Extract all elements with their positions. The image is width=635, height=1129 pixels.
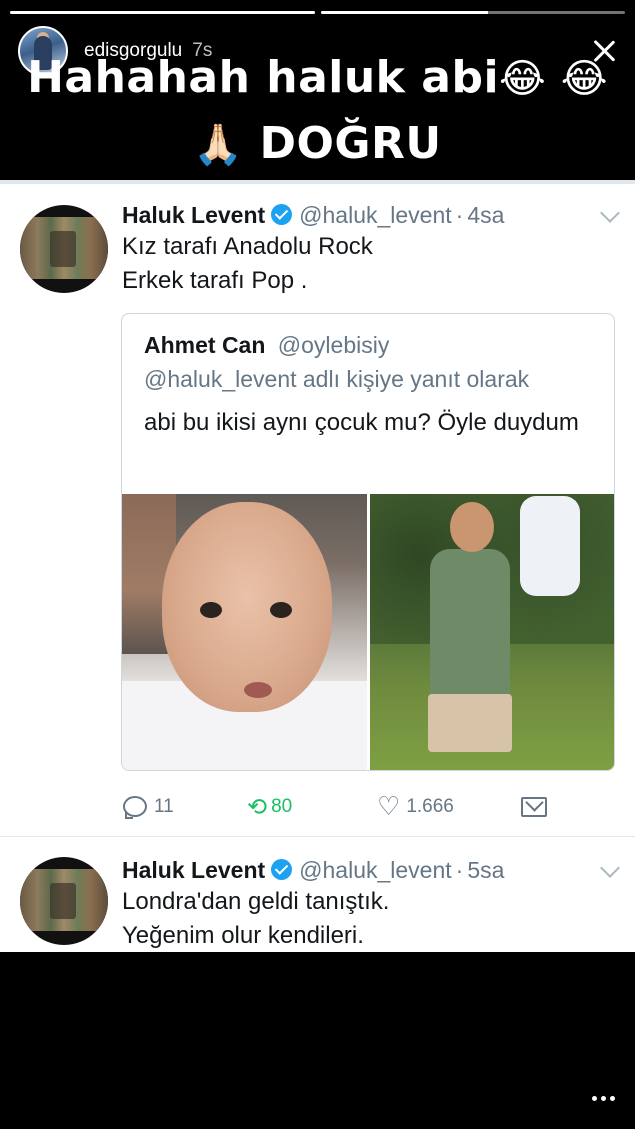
- quote-text: abi bu ikisi aynı çocuk mu? Öyle duydum: [144, 409, 579, 436]
- reply-count: 11: [154, 796, 174, 817]
- tweet-text-line: Londra'dan geldi tanıştık.: [122, 888, 390, 915]
- tweet-header: Haluk Levent @haluk_levent · 4sa: [122, 202, 615, 229]
- mail-icon: [521, 797, 547, 817]
- reply-button[interactable]: 11: [122, 795, 247, 819]
- tweet-text-line: Kız tarafı Anadolu Rock: [122, 233, 373, 260]
- like-button[interactable]: ♡ 1.666: [377, 792, 507, 822]
- progress-segment-1: [10, 11, 315, 14]
- laughing-emoji-icon: 😂 😂: [499, 56, 608, 102]
- tweet[interactable]: Haluk Levent @haluk_levent · 4sa Kız tar…: [0, 180, 635, 836]
- author-handle[interactable]: @haluk_levent: [299, 202, 452, 229]
- progress-segment-2: [320, 11, 625, 14]
- reply-icon: [122, 795, 148, 819]
- verified-icon: [271, 204, 293, 225]
- tweet-text-line: Erkek tarafı Pop .: [122, 267, 308, 294]
- tweet-time[interactable]: 4sa: [467, 202, 504, 229]
- avatar[interactable]: [20, 857, 108, 945]
- reply-context: @haluk_levent adlı kişiye yanıt olarak: [144, 366, 530, 392]
- tweet-time[interactable]: 5sa: [467, 857, 504, 884]
- quote-author-name: Ahmet Can: [144, 332, 266, 358]
- author-handle[interactable]: @haluk_levent: [299, 857, 452, 884]
- caption-text-1: Hahahah haluk abi: [27, 52, 500, 103]
- heart-icon: ♡: [377, 792, 401, 822]
- tweet-text: Londra'dan geldi tanıştık. Yeğenim olur …: [122, 885, 615, 952]
- like-count: 1.666: [406, 796, 454, 817]
- tweet-text: Kız tarafı Anadolu Rock Erkek tarafı Pop…: [122, 230, 615, 298]
- tweet-actions: 11 ⟲ 80 ♡ 1.666: [122, 792, 615, 822]
- baby-selfie-photo[interactable]: [122, 494, 367, 770]
- park-photo[interactable]: [369, 494, 614, 770]
- retweet-button[interactable]: ⟲ 80: [247, 795, 377, 819]
- separator-dot: ·: [455, 857, 464, 883]
- more-icon[interactable]: [592, 1096, 615, 1101]
- retweet-icon: ⟲: [247, 793, 268, 821]
- quote-header: Ahmet Can @oylebisiy: [144, 332, 389, 359]
- quote-media[interactable]: [122, 494, 614, 770]
- caption-text-2: DOĞRU: [259, 118, 442, 169]
- story-progress: [10, 11, 625, 14]
- verified-icon: [271, 859, 293, 880]
- praying-hands-icon: 🙏🏻: [193, 122, 244, 168]
- author-name[interactable]: Haluk Levent: [122, 857, 265, 884]
- quote-author-handle: @oylebisiy: [277, 332, 390, 358]
- author-name[interactable]: Haluk Levent: [122, 202, 265, 229]
- quoted-tweet[interactable]: Ahmet Can @oylebisiy @haluk_levent adlı …: [121, 313, 615, 771]
- tweet[interactable]: Haluk Levent @haluk_levent · 5sa Londra'…: [0, 837, 635, 952]
- story-caption-line-1: Hahahah haluk abi😂 😂: [0, 52, 635, 103]
- tweet-text-line: Yeğenim olur kendileri.: [122, 922, 364, 949]
- tweet-header: Haluk Levent @haluk_levent · 5sa: [122, 857, 615, 884]
- dm-button[interactable]: [507, 797, 547, 817]
- story-caption-line-2: 🙏🏻 DOĞRU: [0, 118, 635, 169]
- separator-dot: ·: [455, 202, 464, 228]
- retweet-count: 80: [271, 796, 293, 817]
- avatar[interactable]: [20, 205, 108, 293]
- tweet-screenshot: Haluk Levent @haluk_levent · 4sa Kız tar…: [0, 180, 635, 952]
